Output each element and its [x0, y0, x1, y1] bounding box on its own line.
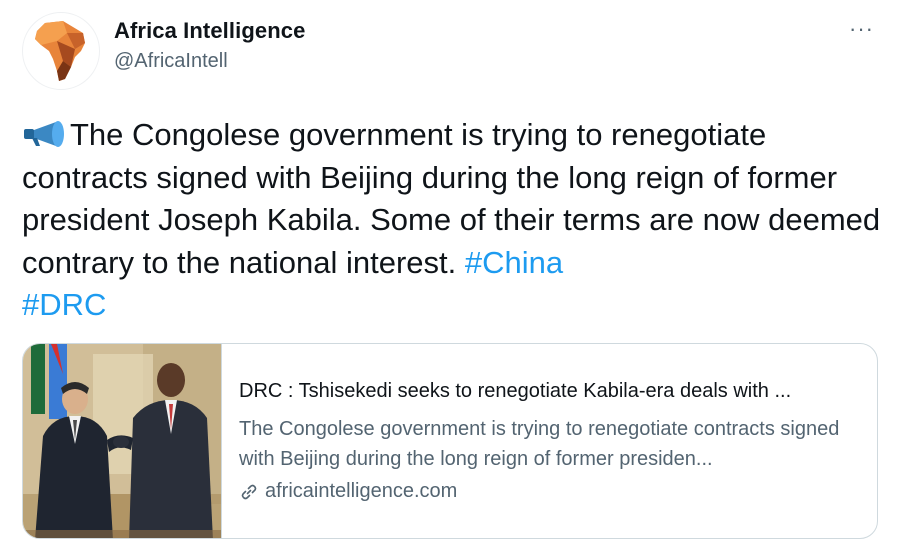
- more-options-button[interactable]: ···: [849, 18, 874, 40]
- tweet-body: The Congolese government is trying to re…: [22, 117, 881, 280]
- hashtag-drc-link[interactable]: #DRC: [22, 287, 106, 322]
- card-domain[interactable]: africaintelligence.com: [239, 480, 457, 503]
- card-domain-text: africaintelligence.com: [265, 480, 458, 502]
- link-preview-card[interactable]: DRC : Tshisekedi seeks to renegotiate Ka…: [22, 343, 878, 539]
- link-icon: [241, 484, 257, 499]
- megaphone-icon: [24, 121, 64, 147]
- africa-map-logo-icon: [35, 21, 85, 81]
- card-thumbnail-image: [23, 344, 222, 538]
- account-handle[interactable]: @AfricaIntell: [114, 50, 228, 73]
- card-title[interactable]: DRC : Tshisekedi seeks to renegotiate Ka…: [239, 380, 859, 403]
- account-name[interactable]: Africa Intelligence: [114, 18, 305, 44]
- hashtag-china-link[interactable]: #China: [465, 245, 563, 280]
- tweet-text: The Congolese government is trying to re…: [22, 114, 882, 327]
- avatar[interactable]: [22, 12, 100, 90]
- card-description: The Congolese government is trying to re…: [239, 418, 840, 470]
